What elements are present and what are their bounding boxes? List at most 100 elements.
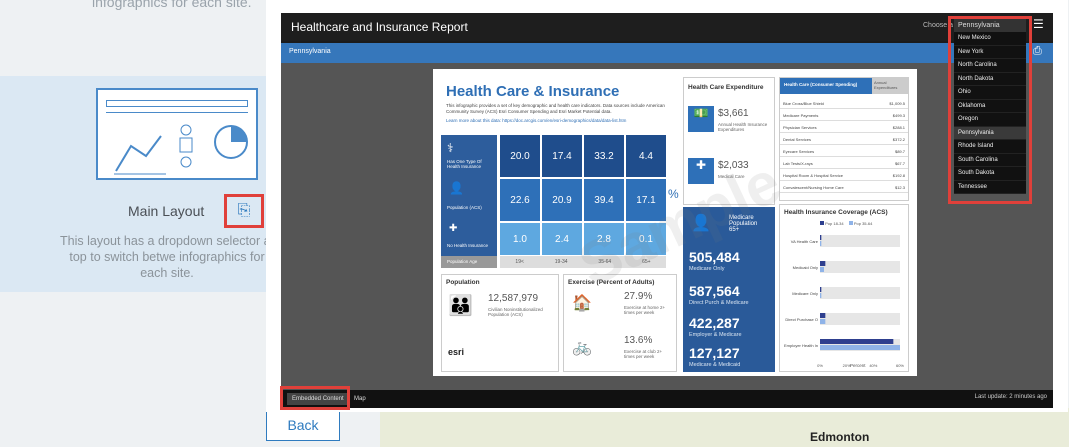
grid-cell: 17.4 <box>542 135 582 177</box>
home-exercise-icon: 🏠 <box>572 295 592 312</box>
chart-category-label: Medicaid Only <box>793 265 818 270</box>
medicare-value: 127,127 <box>689 345 740 361</box>
exercise2-label: Exercise at club 2+ times per week <box>624 349 663 359</box>
layout-thumbnail[interactable] <box>96 88 258 180</box>
grid-cell: 33.2 <box>584 135 624 177</box>
row-label: Blue Cross/Blue Shield <box>783 101 824 106</box>
person-icon: 👤 <box>449 181 464 195</box>
grid-cell: 22.6 <box>500 179 540 221</box>
grid-cell: 1.0 <box>500 223 540 255</box>
chart-bar <box>820 287 822 292</box>
chart-bar-background <box>820 261 900 273</box>
table-row: Physician Services $288.1 <box>780 122 908 133</box>
table-row: Dental Services $372.2 <box>780 134 908 145</box>
exercise1-value: 27.9% <box>624 291 653 302</box>
exercise2-value: 13.6% <box>624 335 653 346</box>
row-value: $67.7 <box>894 161 905 166</box>
stethoscope-icon: ⚕ <box>447 141 454 155</box>
chart-tick-label: 40% <box>869 363 877 368</box>
row-label: Physician Services <box>783 125 817 130</box>
people-icon: 👪 <box>448 295 473 317</box>
grid-cell: 20.9 <box>542 179 582 221</box>
app-header: Healthcare and Insurance Report Choose a… <box>281 13 1053 41</box>
chart-bar <box>820 345 900 350</box>
chart-bar-background <box>820 313 900 325</box>
grid-cell: 20.0 <box>500 135 540 177</box>
hamburger-menu-icon[interactable]: ☰ <box>1033 17 1044 31</box>
expenditure-title: Health Care Expenditure <box>688 84 764 91</box>
coverage-chart-title: Health Insurance Coverage (ACS) <box>784 209 888 216</box>
chart-legend: Pop 18-34 Pop 35-64 <box>820 221 872 226</box>
chart-category-label: VA Health Care <box>791 239 819 244</box>
learn-more-link[interactable]: Learn more about this data: https://doc.… <box>446 118 676 124</box>
row-value: $89.7 <box>894 149 905 154</box>
dropdown-highlight <box>948 16 1032 204</box>
layout-description: This layout has a dropdown selector at t… <box>60 234 275 280</box>
table-row: Blue Cross/Blue Shield $1,009.5 <box>780 98 908 109</box>
thumbnail-chart-icon <box>114 124 248 175</box>
layout-title: Main Layout <box>128 203 205 219</box>
age-group-label: 19-34 <box>554 259 568 265</box>
site-bar: Pennsylvania ⎙ <box>281 43 1053 63</box>
medicare-label: Medicare Only <box>689 266 725 272</box>
top-description-text: infographics for each site. <box>92 0 252 10</box>
intro-text: This infographic provides a set of key d… <box>446 103 665 114</box>
table-row: Eyecare Services $89.7 <box>780 146 908 157</box>
spending-col-header: Annual Expenditures <box>872 78 908 94</box>
preview-icon: ⎘ <box>237 202 251 219</box>
chart-category-label: Direct Purchase O <box>785 317 818 322</box>
legend-swatch <box>848 221 853 225</box>
row-label-insured: Has One Type Of Health Insurance <box>447 159 482 169</box>
population-panel: Population 👪 12,587,979 Civilian Noninst… <box>441 274 559 372</box>
tab-highlight <box>280 386 350 410</box>
row-label: Eyecare Services <box>783 149 815 154</box>
tab-map[interactable]: Map <box>351 393 369 405</box>
table-row: Medicare Payments $499.3 <box>780 110 908 121</box>
chart-bar <box>820 261 826 266</box>
row-label: Hospital Room & Hospital Service <box>783 173 844 178</box>
coverage-bar-chart: VA Health Care Medicaid Only Medicare Only… <box>784 235 904 368</box>
population-age-label: Population Age <box>441 256 497 268</box>
chart-bar-background <box>820 287 900 299</box>
table-row: Convalescent/Nursing Home Care $12.3 <box>780 182 908 193</box>
row-value: $12.3 <box>894 185 905 190</box>
thumbnail-header-bar <box>106 100 248 107</box>
exp1-label: Annual Health Insurance Expenditures <box>718 122 768 132</box>
row-label-population: Population (ACS) <box>447 205 482 210</box>
medicare-value: 422,287 <box>689 315 740 331</box>
medicare-label: Medicare & Medicaid <box>689 362 741 368</box>
map-background <box>380 408 1069 447</box>
chart-category-label: Medicare Only <box>792 291 818 296</box>
population-label: Civilian Noninstitutionalized Population… <box>488 307 543 317</box>
medicare-label: Direct Purch & Medicare <box>689 300 749 306</box>
preview-button[interactable]: ⎘ <box>224 194 264 228</box>
print-icon[interactable]: ⎙ <box>1033 45 1042 58</box>
site-bar-label: Pennsylvania <box>289 48 331 55</box>
legend-label: Pop 35-64 <box>853 221 873 226</box>
row-value: $499.3 <box>892 113 905 118</box>
bike-icon: 🚲 <box>572 339 592 356</box>
money-icon: 💵 <box>688 106 714 132</box>
grid-row-labels: ⚕ Has One Type Of Health Insurance 👤 Pop… <box>441 135 497 265</box>
population-title: Population <box>446 279 480 286</box>
app-title: Healthcare and Insurance Report <box>291 20 468 34</box>
infographic-title: Health Care & Insurance <box>446 83 620 100</box>
esri-logo: esri <box>448 347 465 357</box>
exp1-value: $3,661 <box>718 108 749 119</box>
table-row: Lab Tests/X-rays $67.7 <box>780 158 908 169</box>
chart-xlabel: Percent <box>850 363 866 368</box>
row-value: $1,009.5 <box>889 101 905 106</box>
chart-tick-label: 0% <box>817 363 823 368</box>
chart-bar-background <box>820 235 900 247</box>
map-city-label: Edmonton <box>810 430 870 444</box>
grid-cell: 4.4 <box>626 135 666 177</box>
app-footer: Embedded Content Map Last update: 2 minu… <box>281 390 1053 408</box>
chart-bar <box>820 313 826 318</box>
back-button[interactable]: Back <box>266 409 340 441</box>
row-label: Convalescent/Nursing Home Care <box>783 185 844 190</box>
exercise1-label: Exercise at home 2+ times per week <box>624 305 666 315</box>
chart-bar <box>820 235 822 240</box>
row-label: Medicare Payments <box>783 113 819 118</box>
bandage-icon: ✚ <box>449 223 458 234</box>
row-label-uninsured: No Health Insurance <box>447 243 489 248</box>
